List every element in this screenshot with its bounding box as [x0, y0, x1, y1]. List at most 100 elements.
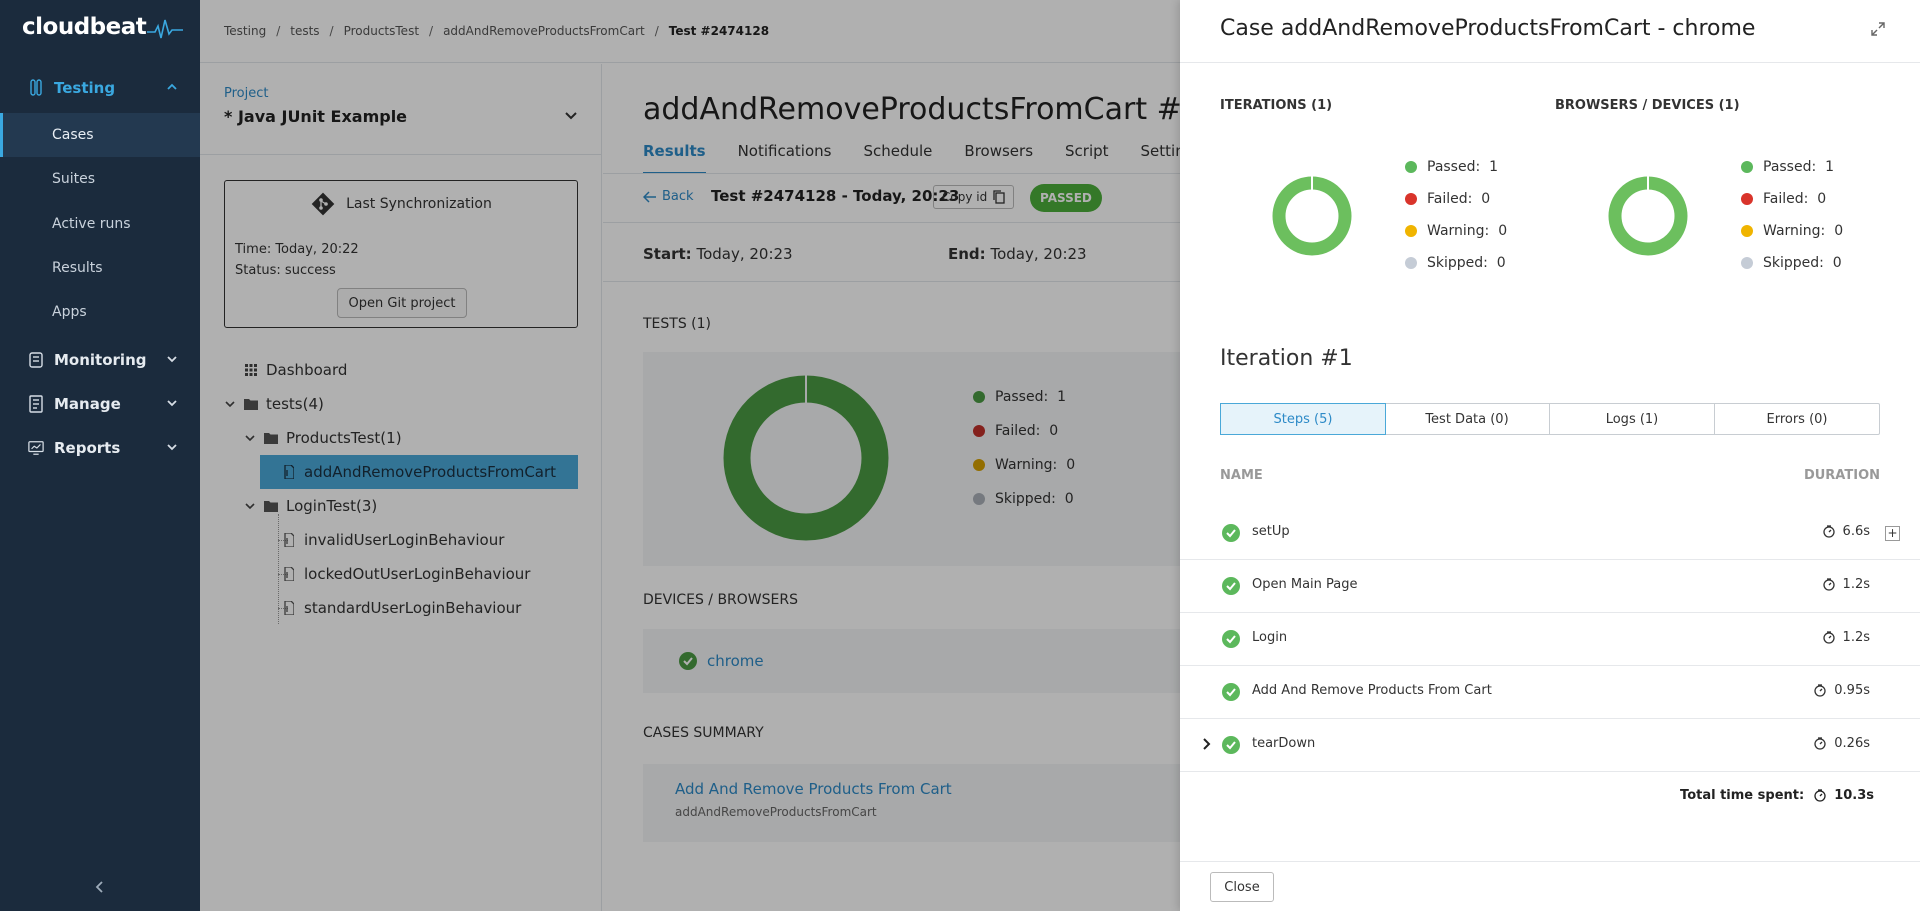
arrow-left-icon [643, 190, 656, 203]
project-selector[interactable]: Project * Java JUnit Example [200, 64, 602, 155]
end-value: Today, 20:23 [990, 245, 1087, 263]
git-icon [311, 192, 335, 216]
nav-section-manage[interactable]: Manage [0, 384, 200, 424]
tree-case-standarduserloginbehaviour[interactable]: standardUserLoginBehaviour [282, 591, 521, 625]
step-duration-value: 1.2s [1842, 630, 1870, 645]
tab-results[interactable]: Results [643, 142, 706, 174]
column-header-duration: DURATION [1803, 468, 1880, 483]
breadcrumb-item[interactable]: Testing [224, 24, 266, 38]
tree-folder-productstest[interactable]: ProductsTest(1) [244, 421, 402, 455]
sidebar-item-active-runs[interactable]: Active runs [0, 202, 200, 246]
column-header-name: NAME [1220, 468, 1263, 483]
legend-warning: Warning: 0 [1405, 215, 1507, 247]
sidebar-item-results[interactable]: Results [0, 246, 200, 290]
breadcrumb-item[interactable]: tests [290, 24, 319, 38]
end-label: End: [948, 245, 986, 263]
tree-item-dashboard[interactable]: Dashboard [244, 353, 347, 387]
step-row[interactable]: tearDown 0.26s [1180, 719, 1920, 772]
total-time: Total time spent: 10.3s [1680, 788, 1874, 803]
test-file-icon [282, 533, 296, 547]
failed-dot-icon [1405, 193, 1417, 205]
sidebar-item-label: Cases [52, 127, 94, 143]
step-row[interactable]: setUp 6.6s + [1180, 507, 1920, 560]
caret-down-icon [224, 400, 236, 408]
expand-step-button[interactable]: + [1885, 526, 1900, 541]
end-time: End: Today, 20:23 [948, 245, 1087, 263]
nav-section-label: Monitoring [54, 351, 147, 369]
summary-case-link[interactable]: Add And Remove Products From Cart [675, 780, 952, 798]
devices-card: chrome [643, 629, 1243, 693]
step-name: Login [1252, 630, 1288, 645]
legend-value: 1 [1489, 159, 1499, 175]
sidebar-item-suites[interactable]: Suites [0, 157, 200, 201]
sidebar-item-cases[interactable]: Cases [0, 113, 200, 157]
tree-case-addandremoveproductsfromcart[interactable]: addAndRemoveProductsFromCart [260, 455, 578, 489]
step-row[interactable]: Open Main Page 1.2s [1180, 560, 1920, 613]
collapse-sidebar-button[interactable] [0, 863, 200, 911]
legend-label: Warning: [1763, 223, 1826, 239]
tree-folder-logintest[interactable]: LoginTest(3) [244, 489, 377, 523]
device-link[interactable]: chrome [707, 652, 764, 670]
grid-icon [244, 364, 258, 376]
breadcrumb-item[interactable]: ProductsTest [344, 24, 419, 38]
tests-summary-card: Passed: 1 Failed: 0 Warning: 0 Skipped: … [643, 352, 1243, 566]
legend-label: Warning: [995, 457, 1058, 473]
summary-heading: CASES SUMMARY [643, 725, 764, 741]
expand-icon[interactable] [1871, 22, 1885, 36]
back-link[interactable]: Back [643, 189, 694, 204]
check-circle-icon [1222, 577, 1240, 595]
breadcrumb-item[interactable]: addAndRemoveProductsFromCart [443, 24, 645, 38]
sync-title-text: Last Synchronization [346, 196, 492, 212]
legend-passed: Passed: 1 [1741, 151, 1843, 183]
tab-schedule[interactable]: Schedule [863, 142, 932, 174]
sidebar-item-label: Active runs [52, 216, 131, 232]
tests-legend: Passed: 1 Failed: 0 Warning: 0 Skipped: … [973, 380, 1075, 516]
start-time: Start: Today, 20:23 [643, 245, 793, 263]
sidebar: cloudbeat Testing Cases Suites Active ru… [0, 0, 200, 911]
tab-logs[interactable]: Logs (1) [1550, 404, 1715, 434]
legend-warning: Warning: 0 [973, 448, 1075, 482]
warning-dot-icon [1405, 225, 1417, 237]
open-git-project-button[interactable]: Open Git project [337, 288, 467, 318]
cloudbeat-logo[interactable]: cloudbeat [22, 14, 184, 40]
tree-case-invaliduserloginbehaviour[interactable]: invalidUserLoginBehaviour [282, 523, 504, 557]
tab-notifications[interactable]: Notifications [738, 142, 832, 174]
stopwatch-icon [1814, 684, 1826, 697]
nav-section-reports[interactable]: Reports [0, 428, 200, 468]
nav-section-testing[interactable]: Testing [0, 68, 200, 108]
step-duration-value: 0.26s [1834, 736, 1870, 751]
step-duration: 1.2s [1822, 577, 1870, 592]
tree-item-label: Dashboard [266, 361, 348, 379]
legend-label: Warning: [1427, 223, 1490, 239]
step-name: Open Main Page [1252, 577, 1358, 592]
legend-value: 0 [1049, 423, 1059, 439]
tab-script[interactable]: Script [1065, 142, 1109, 174]
tree-case-lockedoutuserloginbehaviour[interactable]: lockedOutUserLoginBehaviour [282, 557, 530, 591]
tab-steps[interactable]: Steps (5) [1220, 403, 1386, 435]
copy-id-label: Copy id [942, 190, 988, 204]
copy-id-button[interactable]: Copy id [933, 185, 1015, 209]
sidebar-item-apps[interactable]: Apps [0, 290, 200, 334]
chevron-right-icon[interactable] [1202, 737, 1212, 751]
tab-test-data[interactable]: Test Data (0) [1385, 404, 1550, 434]
warning-dot-icon [1741, 225, 1753, 237]
close-button[interactable]: Close [1210, 872, 1274, 902]
passed-dot-icon [973, 391, 985, 403]
nav-section-monitoring[interactable]: Monitoring [0, 340, 200, 380]
tree-item-label: addAndRemoveProductsFromCart [304, 463, 557, 481]
legend-failed: Failed: 0 [1741, 183, 1843, 215]
breadcrumb-current: Test #2474128 [668, 24, 770, 38]
tab-browsers[interactable]: Browsers [964, 142, 1033, 174]
back-label: Back [662, 189, 694, 204]
tab-errors[interactable]: Errors (0) [1715, 404, 1879, 434]
step-row[interactable]: Add And Remove Products From Cart 0.95s [1180, 666, 1920, 719]
step-row[interactable]: Login 1.2s [1180, 613, 1920, 666]
tree-item-label: lockedOutUserLoginBehaviour [304, 565, 531, 583]
legend-value: 0 [1834, 223, 1844, 239]
sidebar-item-label: Results [52, 260, 103, 276]
stopwatch-icon [1822, 578, 1835, 591]
tree-item-label: LoginTest(3) [286, 497, 378, 515]
tree-folder-tests[interactable]: tests(4) [224, 387, 324, 421]
iterations-donut-chart [1272, 176, 1352, 256]
legend-value: 1 [1057, 389, 1067, 405]
